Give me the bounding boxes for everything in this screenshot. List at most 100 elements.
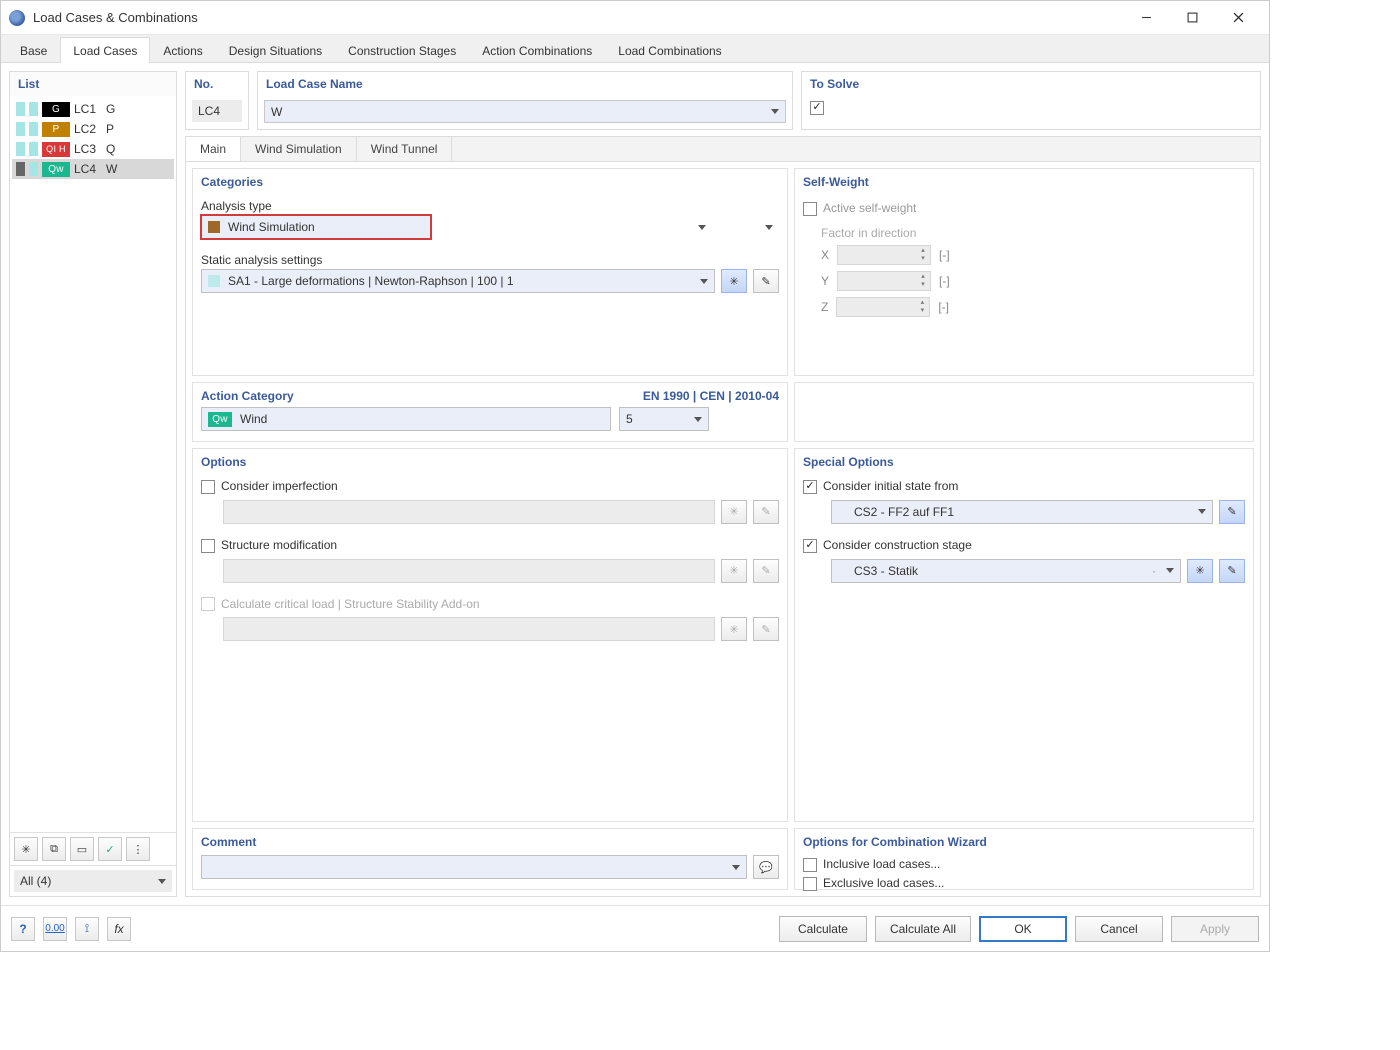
wizard-title: Options for Combination Wizard	[803, 835, 1245, 849]
load-case-abbrev: Q	[106, 142, 115, 156]
color-swatch	[208, 275, 220, 287]
rename-button[interactable]: ▭	[70, 837, 94, 861]
comment-button[interactable]: 💬	[753, 855, 779, 879]
color-swatch	[16, 142, 25, 156]
subtab-main[interactable]: Main	[186, 137, 241, 161]
color-swatch	[16, 102, 25, 116]
struct-mod-edit-button[interactable]: ✎	[753, 559, 779, 583]
action-category-dropdown[interactable]: Qw Wind	[201, 407, 611, 431]
new-button[interactable]: ✳	[14, 837, 38, 861]
main-tabbar: Base Load Cases Actions Design Situation…	[1, 35, 1269, 63]
load-case-list[interactable]: GLC1GPLC2PQI HLC3QQwLC4W	[10, 96, 176, 832]
construction-stage-new-button[interactable]: ✳	[1187, 559, 1213, 583]
imperfection-new-button[interactable]: ✳	[721, 500, 747, 524]
edit-static-button[interactable]: ✎	[753, 269, 779, 293]
cancel-button[interactable]: Cancel	[1075, 916, 1163, 942]
list-filter-dropdown[interactable]: All (4)	[14, 870, 172, 892]
comment-input[interactable]	[201, 855, 747, 879]
factor-direction-label: Factor in direction	[821, 226, 1245, 240]
construction-stage-checkbox[interactable]	[803, 539, 817, 553]
subtab-bar: Main Wind Simulation Wind Tunnel	[186, 137, 1260, 162]
color-swatch	[16, 122, 25, 136]
tab-action-combinations[interactable]: Action Combinations	[469, 37, 605, 63]
color-swatch	[29, 122, 38, 136]
imperfection-checkbox[interactable]	[201, 480, 215, 494]
ok-button[interactable]: OK	[979, 916, 1067, 942]
list-item[interactable]: PLC2P	[12, 119, 174, 139]
category-tag: Qw	[42, 162, 70, 177]
close-button[interactable]	[1215, 3, 1261, 33]
solve-checkbox[interactable]	[810, 101, 824, 115]
chevron-down-icon	[694, 417, 702, 422]
color-swatch	[16, 162, 25, 176]
chevron-down-icon	[765, 225, 773, 230]
action-category-number[interactable]: 5	[619, 407, 709, 431]
static-settings-dropdown[interactable]: SA1 - Large deformations | Newton-Raphso…	[201, 269, 715, 293]
initial-state-dropdown[interactable]: CS2 - FF2 auf FF1	[831, 500, 1213, 524]
factor-x-input: ▴▾	[837, 245, 931, 265]
titlebar: Load Cases & Combinations	[1, 1, 1269, 35]
tab-design-situations[interactable]: Design Situations	[216, 37, 335, 63]
help-button[interactable]: ?	[11, 917, 35, 941]
fx-button[interactable]: fx	[107, 917, 131, 941]
chevron-down-icon	[158, 879, 166, 884]
construction-stage-edit-button[interactable]: ✎	[1219, 559, 1245, 583]
tab-load-combinations[interactable]: Load Combinations	[605, 37, 734, 63]
list-item[interactable]: GLC1G	[12, 99, 174, 119]
analysis-type-dropdown[interactable]: Wind Simulation	[201, 215, 431, 239]
inclusive-checkbox[interactable]	[803, 858, 817, 872]
tab-base[interactable]: Base	[7, 37, 60, 63]
axis-x-label: X	[821, 248, 829, 262]
active-self-weight-checkbox[interactable]	[803, 202, 817, 216]
initial-state-checkbox[interactable]	[803, 480, 817, 494]
tab-actions[interactable]: Actions	[150, 37, 215, 63]
construction-stage-dropdown[interactable]: CS3 - Statik ·	[831, 559, 1181, 583]
list-item[interactable]: QI HLC3Q	[12, 139, 174, 159]
self-weight-section: Self-Weight Active self-weight Factor in…	[794, 168, 1254, 376]
analysis-type-label: Analysis type	[201, 199, 779, 213]
imperfection-edit-button[interactable]: ✎	[753, 500, 779, 524]
comment-title: Comment	[201, 835, 779, 849]
apply-button[interactable]: Apply	[1171, 916, 1259, 942]
categories-section: Categories Analysis type Wind Simulation	[192, 168, 788, 376]
struct-mod-field	[223, 559, 715, 583]
struct-mod-new-button[interactable]: ✳	[721, 559, 747, 583]
copy-button[interactable]: ⧉	[42, 837, 66, 861]
no-label: No.	[186, 72, 248, 94]
initial-state-edit-button[interactable]: ✎	[1219, 500, 1245, 524]
options-title: Options	[201, 455, 779, 469]
category-tag: QI H	[42, 142, 70, 157]
check-button[interactable]: ✓	[98, 837, 122, 861]
maximize-button[interactable]	[1169, 3, 1215, 33]
name-panel: Load Case Name W	[257, 71, 793, 130]
factor-y-input: ▴▾	[837, 271, 931, 291]
name-input[interactable]: W	[264, 100, 786, 123]
struct-mod-checkbox[interactable]	[201, 539, 215, 553]
exclusive-checkbox[interactable]	[803, 877, 817, 891]
subtab-wind-simulation[interactable]: Wind Simulation	[241, 137, 357, 161]
solve-label: To Solve	[802, 72, 1260, 94]
chevron-down-icon	[700, 279, 708, 284]
calculate-button[interactable]: Calculate	[779, 916, 867, 942]
factor-z-input: ▴▾	[836, 297, 930, 317]
load-case-abbrev: P	[106, 122, 114, 136]
tab-load-cases[interactable]: Load Cases	[60, 37, 150, 63]
new-static-button[interactable]: ✳	[721, 269, 747, 293]
category-tag: Qw	[208, 412, 232, 427]
solve-panel: To Solve	[801, 71, 1261, 130]
calculate-all-button[interactable]: Calculate All	[875, 916, 971, 942]
wizard-section: Options for Combination Wizard Inclusive…	[794, 828, 1254, 890]
gauge-button[interactable]: ⟟	[75, 917, 99, 941]
app-icon	[9, 10, 25, 26]
color-swatch	[208, 221, 220, 233]
units-button[interactable]: 0.00	[43, 917, 67, 941]
no-panel: No. LC4	[185, 71, 249, 130]
special-options-title: Special Options	[803, 455, 1245, 469]
empty-section	[794, 382, 1254, 442]
list-item[interactable]: QwLC4W	[12, 159, 174, 179]
load-case-id: LC2	[74, 122, 102, 136]
subtab-wind-tunnel[interactable]: Wind Tunnel	[357, 137, 453, 161]
tab-construction-stages[interactable]: Construction Stages	[335, 37, 469, 63]
minimize-button[interactable]	[1123, 3, 1169, 33]
settings-button[interactable]: ⋮	[126, 837, 150, 861]
